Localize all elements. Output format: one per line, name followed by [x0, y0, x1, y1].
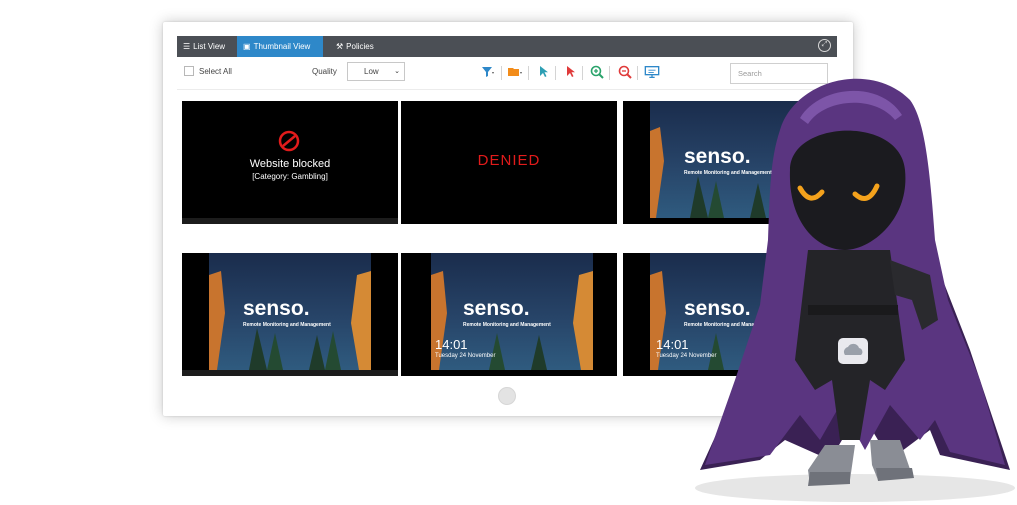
wrench-icon: ⚒ [336, 42, 344, 51]
chevron-down-icon: ⌄ [394, 68, 400, 75]
lock-clock: 14:01 [656, 337, 689, 352]
toolbar-divider [637, 66, 638, 80]
thumbnail-denied[interactable]: DENIED [401, 101, 617, 224]
toolbar-divider [555, 66, 556, 80]
tab-label: List View [193, 42, 226, 51]
power-button [498, 387, 516, 405]
toolbar-divider [609, 66, 610, 80]
pointer-red-icon[interactable] [562, 64, 578, 80]
tab-label: Policies [346, 42, 374, 51]
blocked-title: Website blocked [249, 158, 331, 170]
filter-icon[interactable] [480, 64, 496, 80]
monitor-icon: ▣ [243, 42, 251, 51]
quality-label: Quality [312, 67, 337, 76]
taskbar [182, 370, 398, 376]
hooded-mascot-illustration [695, 78, 1015, 502]
zoom-out-icon[interactable] [617, 64, 633, 80]
brand-tagline: Remote Monitoring and Management [463, 322, 551, 328]
thumbnail-desktop[interactable]: senso. Remote Monitoring and Management [182, 253, 398, 376]
quality-select[interactable]: Low ⌄ [347, 62, 405, 81]
desktop-wallpaper: senso. Remote Monitoring and Management … [431, 253, 593, 370]
tab-label: Thumbnail View [253, 42, 311, 51]
lock-clock: 14:01 [435, 337, 468, 352]
tab-policies[interactable]: ⚒ Policies [330, 36, 384, 57]
toolbar-divider [582, 66, 583, 80]
taskbar [182, 218, 398, 224]
list-icon: ☰ [183, 42, 191, 51]
thumbnail-lock-screen[interactable]: senso. Remote Monitoring and Management … [401, 253, 617, 376]
tab-bar: ☰ List View ▣ Thumbnail View ⚒ Policies ⤢ [177, 36, 837, 57]
select-all-checkbox[interactable] [184, 66, 194, 76]
quality-value: Low [364, 67, 379, 76]
blocked-category: [Category: Gambling] [252, 172, 328, 181]
folder-icon[interactable] [507, 64, 523, 80]
pointer-blue-icon[interactable] [535, 64, 551, 80]
brand-logo: senso. [243, 297, 310, 320]
fullscreen-icon[interactable]: ⤢ [818, 39, 831, 52]
desktop-wallpaper: senso. Remote Monitoring and Management [209, 253, 371, 370]
blocked-icon [278, 130, 300, 152]
denied-text: DENIED [477, 152, 541, 169]
tab-list-view[interactable]: ☰ List View [177, 36, 237, 57]
thumbnail-website-blocked[interactable]: Website blocked [Category: Gambling] [182, 101, 398, 224]
brand-logo: senso. [463, 297, 530, 320]
zoom-in-icon[interactable] [589, 64, 605, 80]
remote-desktop-icon[interactable] [644, 64, 662, 80]
tab-thumbnail-view[interactable]: ▣ Thumbnail View [237, 36, 323, 57]
toolbar-divider [501, 66, 502, 80]
lock-date: Tuesday 24 November [435, 353, 496, 359]
select-all-label: Select All [199, 67, 232, 76]
brand-tagline: Remote Monitoring and Management [243, 322, 331, 328]
toolbar-divider [528, 66, 529, 80]
